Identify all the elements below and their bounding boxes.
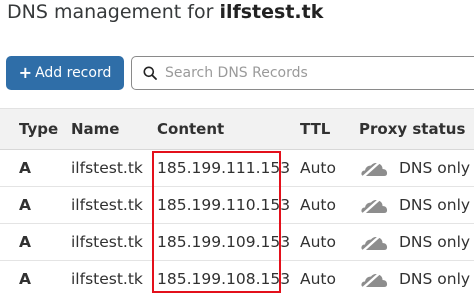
search-icon xyxy=(143,66,157,80)
table-row[interactable]: A ilfstest.tk 185.199.108.153 Auto DNS o… xyxy=(0,261,474,296)
column-header-type[interactable]: Type xyxy=(19,109,58,149)
record-ttl: Auto xyxy=(300,196,336,214)
search-box[interactable] xyxy=(131,56,474,90)
dns-only-cloud-icon xyxy=(361,233,388,252)
dns-only-cloud-icon xyxy=(361,159,388,178)
page-title-domain: ilfstest.tk xyxy=(219,1,324,23)
record-type: A xyxy=(19,196,31,214)
record-content: 185.199.109.153 xyxy=(157,233,291,251)
record-type: A xyxy=(19,233,31,251)
record-proxy-status: DNS only xyxy=(360,261,470,296)
record-proxy-status: DNS only xyxy=(360,187,470,223)
dns-only-cloud-icon xyxy=(361,196,388,215)
dns-management-page: DNS management for ilfstest.tk + Add rec… xyxy=(0,0,474,296)
record-content: 185.199.111.153 xyxy=(157,159,291,177)
column-header-name[interactable]: Name xyxy=(71,109,119,149)
record-content: 185.199.108.153 xyxy=(157,270,291,288)
record-name: ilfstest.tk xyxy=(71,196,143,214)
add-record-label: Add record xyxy=(35,65,112,81)
column-header-proxy-status[interactable]: Proxy status xyxy=(359,109,465,149)
proxy-status-label: DNS only xyxy=(399,159,471,177)
record-name: ilfstest.tk xyxy=(71,233,143,251)
record-name: ilfstest.tk xyxy=(71,270,143,288)
record-proxy-status: DNS only xyxy=(360,150,470,186)
table-row[interactable]: A ilfstest.tk 185.199.111.153 Auto DNS o… xyxy=(0,150,474,187)
column-header-ttl[interactable]: TTL xyxy=(300,109,330,149)
record-name: ilfstest.tk xyxy=(71,159,143,177)
record-content: 185.199.110.153 xyxy=(157,196,291,214)
page-title: DNS management for ilfstest.tk xyxy=(7,0,323,24)
record-type: A xyxy=(19,159,31,177)
column-header-content[interactable]: Content xyxy=(157,109,224,149)
plus-icon: + xyxy=(18,63,33,82)
dns-records-table: Type Name Content TTL Proxy status A ilf… xyxy=(0,108,474,296)
proxy-status-label: DNS only xyxy=(399,196,471,214)
record-ttl: Auto xyxy=(300,270,336,288)
record-ttl: Auto xyxy=(300,233,336,251)
table-row[interactable]: A ilfstest.tk 185.199.110.153 Auto DNS o… xyxy=(0,187,474,224)
record-proxy-status: DNS only xyxy=(360,224,470,260)
table-header: Type Name Content TTL Proxy status xyxy=(0,108,474,150)
table-row[interactable]: A ilfstest.tk 185.199.109.153 Auto DNS o… xyxy=(0,224,474,261)
search-input[interactable] xyxy=(165,65,455,81)
add-record-button[interactable]: + Add record xyxy=(6,56,124,90)
record-ttl: Auto xyxy=(300,159,336,177)
record-type: A xyxy=(19,270,31,288)
proxy-status-label: DNS only xyxy=(399,270,471,288)
proxy-status-label: DNS only xyxy=(399,233,471,251)
dns-only-cloud-icon xyxy=(361,270,388,289)
page-title-prefix: DNS management for xyxy=(7,1,220,23)
